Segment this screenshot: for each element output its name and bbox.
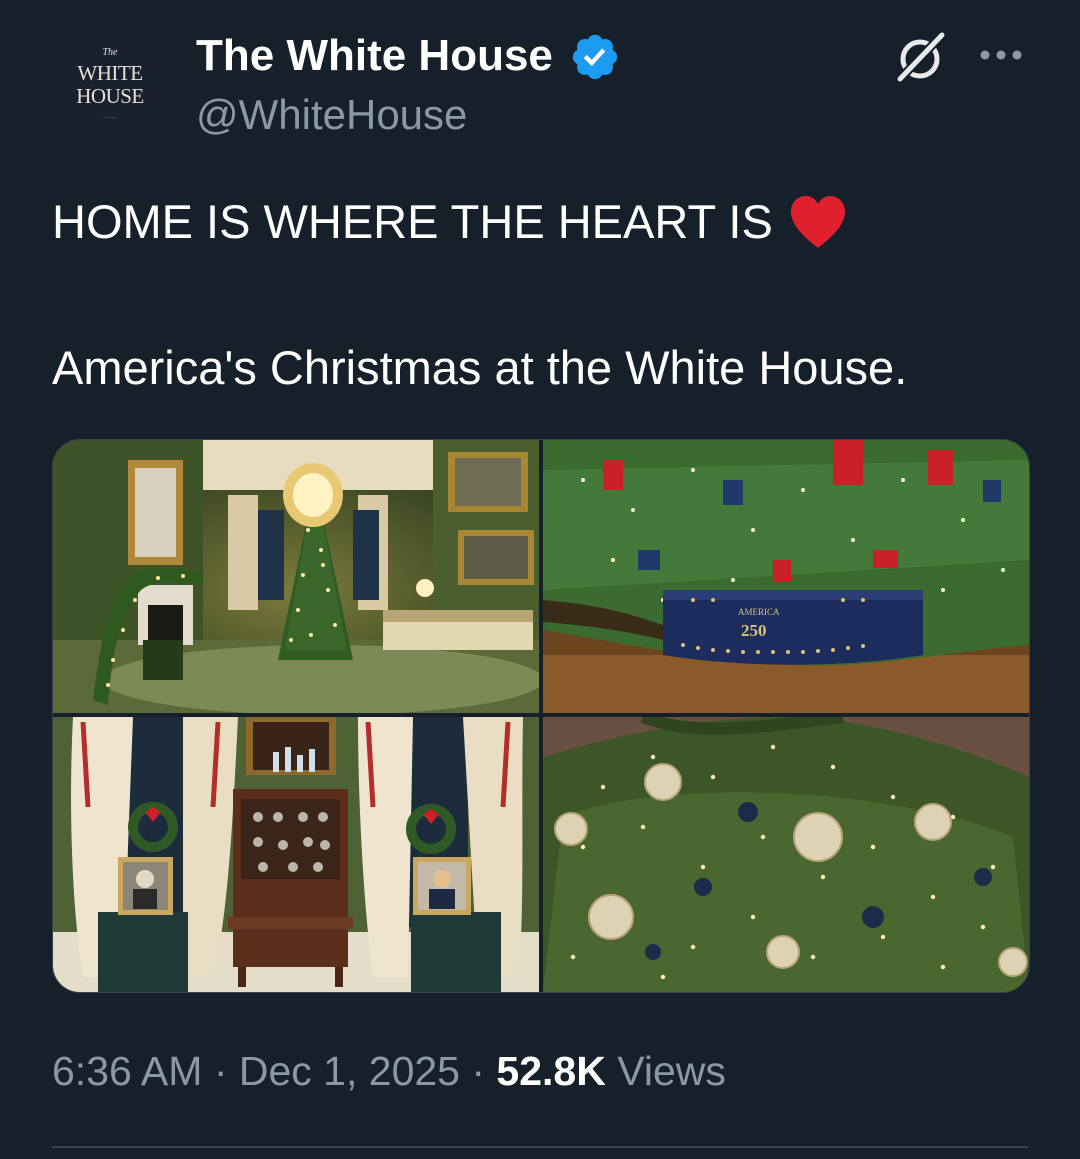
avatar-text-white: WHITE	[77, 61, 143, 85]
avatar-text-house: HOUSE	[76, 84, 144, 108]
tree-skirt-text-250: 250	[741, 621, 767, 640]
more-options-icon[interactable]	[976, 38, 1026, 72]
tree-ornaments-closeup-photo[interactable]	[543, 717, 1029, 992]
divider	[52, 1146, 1028, 1148]
tree-skirt-text-america: AMERICA	[738, 607, 780, 617]
avatar-text-the: The	[102, 47, 118, 58]
red-heart-icon	[790, 196, 845, 248]
portraits-and-cabinet-photo[interactable]	[53, 717, 539, 992]
media-grid: AMERICA 250	[52, 439, 1030, 993]
meta-separator: ·	[202, 1048, 239, 1094]
post-headline: HOME IS WHERE THE HEART IS	[52, 195, 773, 248]
post-text-line-2: America's Christmas at the White House.	[52, 341, 908, 394]
author-handle[interactable]: @WhiteHouse	[196, 90, 467, 140]
meta-separator: ·	[459, 1048, 497, 1094]
views-count[interactable]: 52.8K	[496, 1048, 605, 1094]
views-label: Views	[605, 1048, 726, 1094]
grok-icon[interactable]	[890, 28, 950, 88]
post-text-line-1: HOME IS WHERE THE HEART IS	[52, 192, 849, 252]
post-time[interactable]: 6:36 AM	[52, 1048, 202, 1094]
author-display-name[interactable]: The White House	[196, 30, 553, 82]
post-date[interactable]: Dec 1, 2025	[239, 1048, 460, 1094]
avatar-decoration: ———	[103, 114, 117, 119]
green-room-christmas-tree-photo[interactable]	[53, 440, 539, 713]
post-meta: 6:36 AM · Dec 1, 2025 · 52.8K Views	[52, 1042, 726, 1100]
verified-badge-icon[interactable]	[569, 31, 621, 83]
tree-skirt-america-250-photo[interactable]: AMERICA 250	[543, 440, 1029, 713]
author-avatar[interactable]: The WHITE HOUSE ———	[52, 25, 168, 141]
